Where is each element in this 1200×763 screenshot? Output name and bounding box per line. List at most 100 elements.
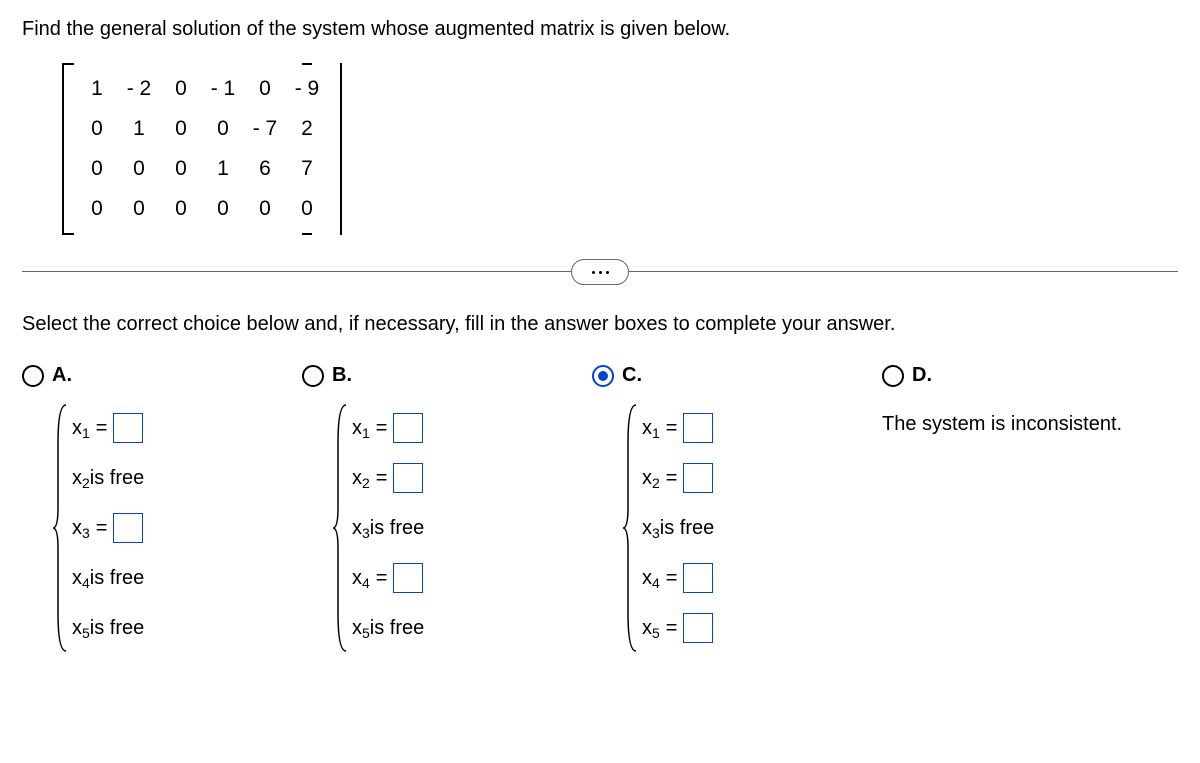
matrix-cell: - 9 <box>286 69 328 109</box>
equals-sign: = <box>666 417 678 440</box>
answer-input[interactable] <box>393 413 423 443</box>
matrix-cell: 0 <box>118 149 160 189</box>
answer-input[interactable] <box>393 463 423 493</box>
equation-row: x1 = <box>352 403 592 453</box>
choice-b-label: B. <box>332 364 352 387</box>
matrix-cell: 7 <box>286 149 328 189</box>
answer-input[interactable] <box>113 413 143 443</box>
matrix-cell: 0 <box>160 149 202 189</box>
equals-sign: = <box>666 467 678 490</box>
matrix-cell: 0 <box>118 189 160 229</box>
variable: x3 <box>352 517 370 540</box>
matrix-cell: 0 <box>244 189 286 229</box>
matrix-cell: 0 <box>76 189 118 229</box>
instruction-text: Select the correct choice below and, if … <box>22 313 1178 336</box>
brace-icon <box>52 403 70 653</box>
choice-b: B. x1 = x2 = x3 is free x4 = x5 is free <box>302 364 592 653</box>
answer-input[interactable] <box>393 563 423 593</box>
divider <box>22 271 1178 273</box>
equation-row: x3 is free <box>352 503 592 553</box>
equals-sign: = <box>666 567 678 590</box>
matrix-cell: 2 <box>286 109 328 149</box>
variable: x3 <box>642 517 660 540</box>
matrix-cell: - 2 <box>118 69 160 109</box>
equation-row: x5 is free <box>352 603 592 653</box>
choice-d-text: The system is inconsistent. <box>882 413 1178 436</box>
choice-b-equations: x1 = x2 = x3 is free x4 = x5 is free <box>332 403 592 653</box>
variable: x4 <box>352 567 370 590</box>
equation-row: x4 = <box>352 553 592 603</box>
equation-row: x5 is free <box>72 603 302 653</box>
matrix-cell: 0 <box>202 189 244 229</box>
equation-row: x3 is free <box>642 503 882 553</box>
answer-input[interactable] <box>683 463 713 493</box>
equation-row: x4 is free <box>72 553 302 603</box>
variable: x4 <box>72 567 90 590</box>
choice-d-head[interactable]: D. <box>882 364 1178 387</box>
matrix-cell: 1 <box>202 149 244 189</box>
variable: x1 <box>72 417 90 440</box>
matrix-cell: 0 <box>76 149 118 189</box>
equation-row: x4 = <box>642 553 882 603</box>
augmented-matrix: 1- 20- 10- 90100- 72000167000000 <box>62 63 342 241</box>
free-text: is free <box>90 467 144 490</box>
matrix-cell: 0 <box>244 69 286 109</box>
matrix-cell: 6 <box>244 149 286 189</box>
equation-row: x1 = <box>72 403 302 453</box>
variable: x4 <box>642 567 660 590</box>
matrix-cell: 0 <box>76 109 118 149</box>
equals-sign: = <box>96 417 108 440</box>
matrix-cell: 0 <box>286 189 328 229</box>
ellipsis-pill[interactable] <box>571 259 629 285</box>
equals-sign: = <box>376 567 388 590</box>
matrix-cell: 0 <box>202 109 244 149</box>
variable: x2 <box>642 467 660 490</box>
choices-row: A. x1=x2 is freex3=x4 is freex5 is free … <box>22 364 1178 653</box>
equation-row: x2 = <box>642 453 882 503</box>
free-text: is free <box>90 617 144 640</box>
choice-c-equations: x1 = x2 = x3 is free x4 = x5 = <box>622 403 882 653</box>
equals-sign: = <box>376 467 388 490</box>
matrix-cell: 0 <box>160 69 202 109</box>
matrix-cell: 0 <box>160 189 202 229</box>
variable: x1 <box>642 417 660 440</box>
choice-a: A. x1=x2 is freex3=x4 is freex5 is free <box>22 364 302 653</box>
radio-c[interactable] <box>592 365 614 387</box>
radio-b[interactable] <box>302 365 324 387</box>
brace-icon <box>332 403 350 653</box>
variable: x2 <box>352 467 370 490</box>
free-text: is free <box>370 617 424 640</box>
free-text: is free <box>660 517 714 540</box>
variable: x3 <box>72 517 90 540</box>
equation-row: x2 is free <box>72 453 302 503</box>
equation-row: x2 = <box>352 453 592 503</box>
choice-a-label: A. <box>52 364 72 387</box>
matrix-cell: 1 <box>76 69 118 109</box>
answer-input[interactable] <box>683 413 713 443</box>
equation-row: x5 = <box>642 603 882 653</box>
choice-d-label: D. <box>912 364 932 387</box>
radio-a[interactable] <box>22 365 44 387</box>
equation-row: x1 = <box>642 403 882 453</box>
variable: x1 <box>352 417 370 440</box>
choice-a-equations: x1=x2 is freex3=x4 is freex5 is free <box>52 403 302 653</box>
equals-sign: = <box>96 517 108 540</box>
free-text: is free <box>90 567 144 590</box>
answer-input[interactable] <box>683 563 713 593</box>
matrix-cell: - 1 <box>202 69 244 109</box>
radio-d[interactable] <box>882 365 904 387</box>
answer-input[interactable] <box>113 513 143 543</box>
choice-c-head[interactable]: C. <box>592 364 882 387</box>
choice-a-head[interactable]: A. <box>22 364 302 387</box>
equals-sign: = <box>376 417 388 440</box>
answer-input[interactable] <box>683 613 713 643</box>
variable: x5 <box>642 617 660 640</box>
variable: x2 <box>72 467 90 490</box>
variable: x5 <box>352 617 370 640</box>
choice-b-head[interactable]: B. <box>302 364 592 387</box>
free-text: is free <box>370 517 424 540</box>
variable: x5 <box>72 617 90 640</box>
choice-d: D. The system is inconsistent. <box>882 364 1178 436</box>
brace-icon <box>622 403 640 653</box>
equals-sign: = <box>666 617 678 640</box>
